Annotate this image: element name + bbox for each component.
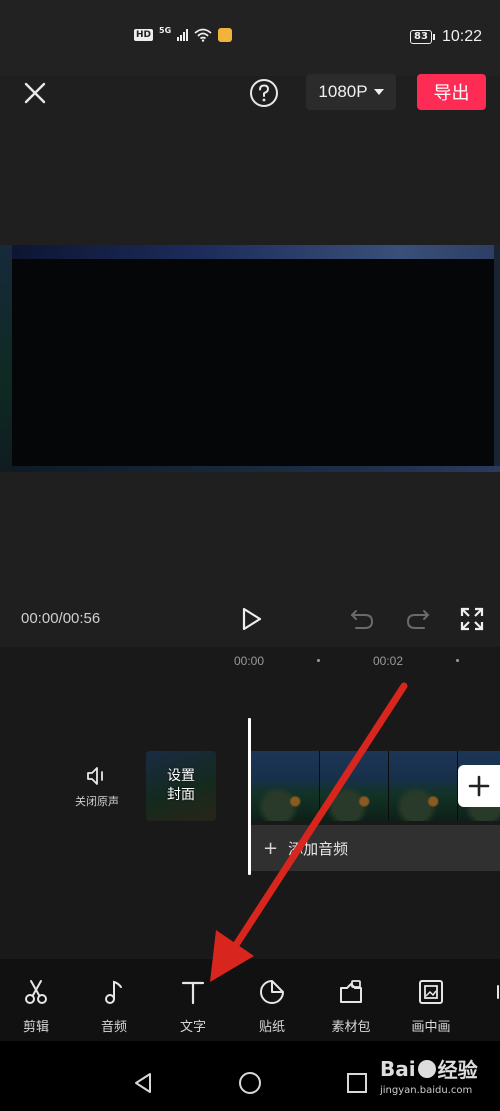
- fullscreen-icon: [460, 607, 484, 631]
- video-preview[interactable]: [0, 245, 500, 472]
- toolbar-item-material-pack[interactable]: 素材包: [321, 978, 381, 1035]
- clip-thumbnail: [320, 751, 389, 821]
- video-frame-edge: [12, 466, 500, 472]
- toolbar-label: 贴纸: [258, 1020, 285, 1035]
- status-right: 83 10:22: [410, 28, 482, 46]
- battery-icon: 83: [410, 30, 435, 44]
- toolbar-item-more[interactable]: [474, 978, 500, 1006]
- toolbar-item-edit[interactable]: 剪辑: [6, 978, 66, 1035]
- add-audio-label: 添加音频: [288, 839, 349, 858]
- material-pack-icon: [340, 980, 362, 1003]
- close-icon: [24, 82, 46, 104]
- toolbar-label: 文字: [179, 1020, 206, 1035]
- caret-down-icon: [373, 89, 384, 95]
- set-cover-button[interactable]: 设置 封面: [146, 751, 216, 821]
- toolbar-label: 素材包: [331, 1020, 371, 1035]
- toolbar-label: 画中画: [411, 1020, 451, 1035]
- video-frame-edge: [0, 245, 12, 472]
- home-circle-icon: [239, 1072, 261, 1094]
- signal-icon: [177, 29, 189, 41]
- close-button[interactable]: [20, 78, 50, 108]
- play-icon: [242, 607, 262, 631]
- sticker-icon: [260, 980, 284, 1004]
- video-frame-edge: [494, 245, 500, 472]
- resolution-select[interactable]: 1080P: [306, 74, 396, 110]
- add-audio-button[interactable]: + 添加音频: [251, 825, 500, 871]
- notification-app-icon: [218, 28, 233, 42]
- mute-original-audio-button[interactable]: 关闭原声: [68, 765, 126, 819]
- ruler-time-label: 00:00: [234, 654, 265, 668]
- text-icon: [181, 981, 205, 1005]
- recents-square-icon: [347, 1073, 367, 1093]
- add-clip-button[interactable]: [458, 765, 500, 807]
- toolbar-item-text[interactable]: 文字: [163, 978, 223, 1035]
- clip-thumbnail: [251, 751, 320, 821]
- status-bar: HD 5G 83 10:22: [0, 0, 500, 76]
- watermark-logo-left: Bai: [380, 1056, 416, 1081]
- play-button[interactable]: [236, 604, 266, 634]
- ruler-tick: [317, 659, 320, 662]
- nav-recents-button[interactable]: [345, 1071, 369, 1095]
- partial-tool-icon: [497, 985, 499, 999]
- network-type: 5G: [159, 25, 172, 35]
- music-note-icon: [105, 980, 122, 1004]
- toolbar-item-audio[interactable]: 音频: [84, 978, 144, 1035]
- redo-icon: [406, 610, 430, 629]
- plus-icon: +: [263, 837, 279, 859]
- toolbar-item-sticker[interactable]: 贴纸: [242, 978, 302, 1035]
- nav-home-button[interactable]: [238, 1071, 262, 1095]
- plus-icon: [468, 775, 490, 797]
- toolbar-label: 音频: [100, 1020, 127, 1035]
- wifi-icon: [194, 28, 212, 42]
- export-button[interactable]: 导出: [417, 74, 486, 110]
- cover-label-line1: 设置: [167, 768, 195, 784]
- nav-back-button[interactable]: [132, 1071, 156, 1095]
- picture-in-picture-icon: [419, 980, 443, 1004]
- playback-time: 00:00/00:56: [21, 610, 101, 627]
- status-icons: HD 5G: [134, 25, 233, 42]
- video-frame-edge: [0, 245, 500, 259]
- speaker-icon: [87, 767, 103, 785]
- baidu-jingyan-watermark: Bai 经验 jingyan.baidu.com: [380, 1054, 498, 1097]
- redo-button[interactable]: [404, 606, 432, 632]
- hd-badge: HD: [134, 29, 154, 41]
- ruler-time-label: 00:02: [373, 654, 404, 668]
- toolbar-label: 剪辑: [22, 1020, 49, 1035]
- mute-label: 关闭原声: [75, 795, 119, 808]
- undo-icon: [350, 610, 374, 629]
- watermark-logo: Bai 经验: [380, 1054, 498, 1083]
- scissors-icon: [25, 980, 47, 1004]
- fullscreen-button[interactable]: [459, 606, 485, 632]
- toolbar-item-picture-in-picture[interactable]: 画中画: [401, 978, 461, 1035]
- watermark-logo-right: 经验: [437, 1058, 478, 1082]
- clock: 10:22: [441, 28, 482, 45]
- clip-thumbnail: [389, 751, 458, 821]
- cover-label-line2: 封面: [167, 787, 195, 803]
- watermark-url: jingyan.baidu.com: [380, 1085, 473, 1096]
- paw-icon: [417, 1059, 436, 1078]
- back-triangle-icon: [135, 1073, 151, 1093]
- help-button[interactable]: [248, 77, 280, 109]
- ruler-tick: [456, 659, 459, 662]
- undo-button[interactable]: [348, 606, 376, 632]
- resolution-value: 1080P: [318, 82, 368, 101]
- help-icon: [250, 79, 278, 107]
